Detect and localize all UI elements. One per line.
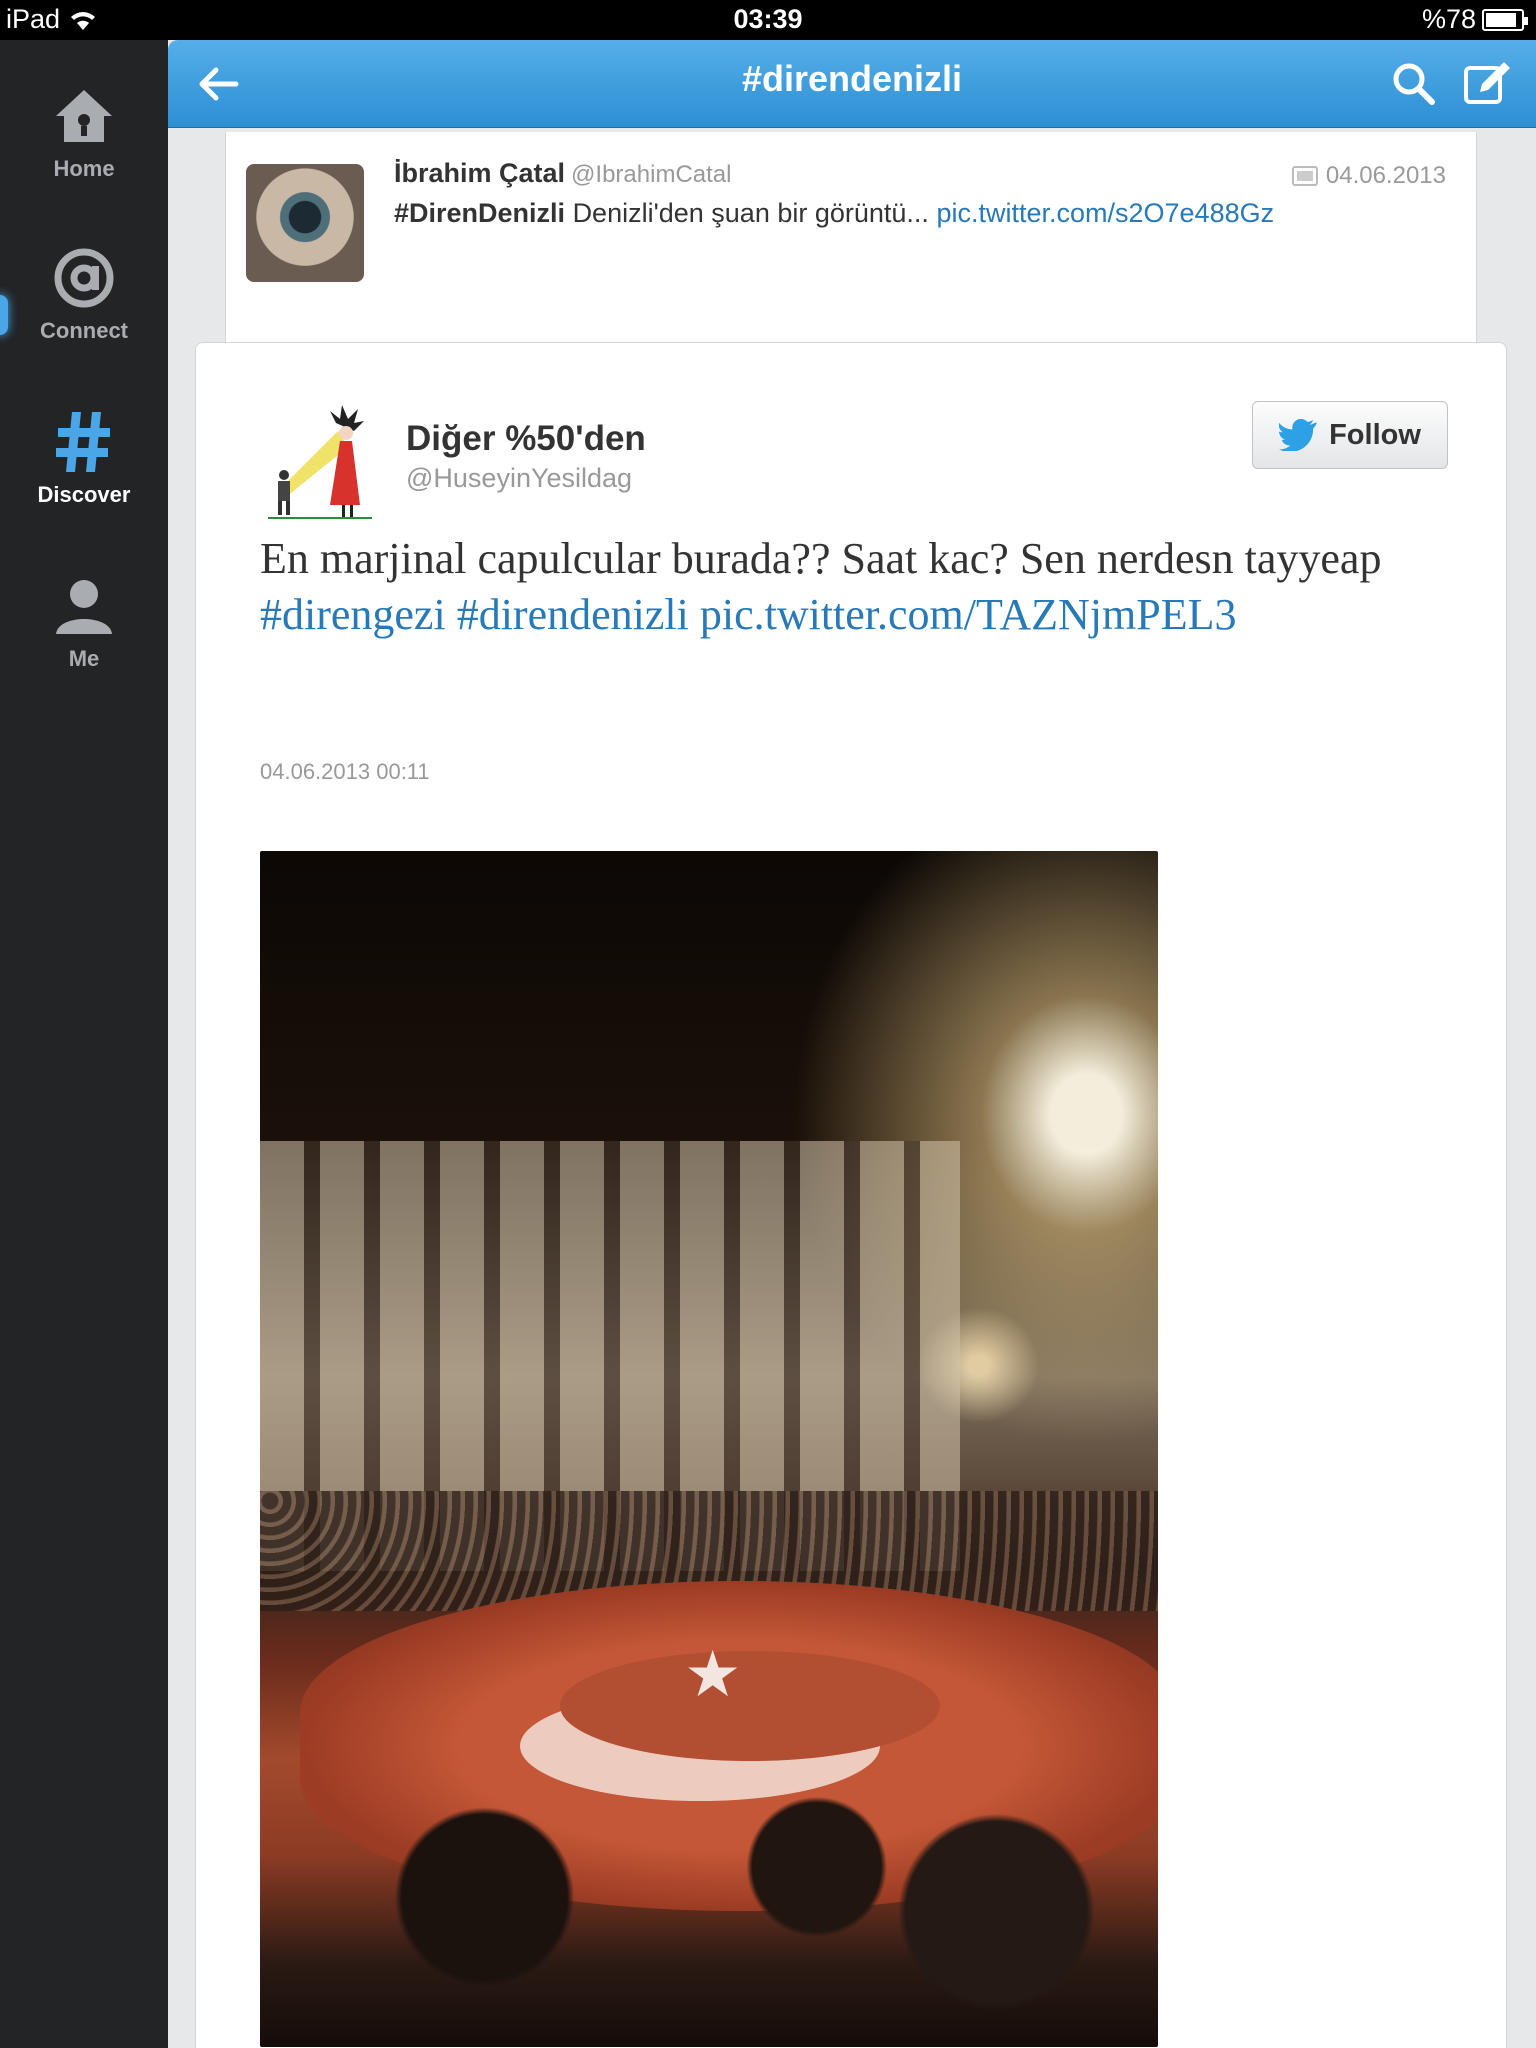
home-icon	[56, 90, 112, 142]
photo-crescent-cut	[560, 1651, 940, 1761]
battery-percent: %78	[1421, 4, 1476, 34]
sidebar-item-discover[interactable]: Discover	[0, 410, 168, 508]
sidebar-item-label: Connect	[40, 318, 128, 343]
person-icon	[56, 580, 112, 634]
twitter-bird-icon	[1279, 419, 1318, 451]
tweet-timestamp: 04.06.2013 00:11	[260, 759, 430, 784]
avatar[interactable]	[246, 164, 364, 282]
sidebar-item-connect[interactable]: Connect	[0, 246, 168, 344]
sidebar-item-home[interactable]: Home	[0, 84, 168, 182]
status-bar: iPad 03:39 %78	[0, 0, 1536, 40]
hashtag-icon	[56, 412, 110, 472]
hashtag-link[interactable]: #direngezi	[260, 590, 446, 639]
tweet-body: En marjinal capulcular burada?? Saat kac…	[260, 534, 1382, 639]
at-icon	[54, 248, 114, 308]
tweet-photo[interactable]: ★	[260, 851, 1158, 2047]
tweet-card-previous[interactable]: İbrahim Çatal @IbrahimCatal 04.06.2013 #D…	[225, 132, 1477, 354]
photo-foreground	[260, 1747, 1158, 2047]
search-icon[interactable]	[1390, 60, 1436, 106]
photo-link[interactable]: pic.twitter.com/s2O7e488Gz	[936, 198, 1274, 228]
hashtag-link[interactable]: #direndenizli	[457, 590, 689, 639]
star-icon: ★	[684, 1638, 742, 1710]
follow-button[interactable]: Follow	[1252, 401, 1448, 469]
sidebar-item-label: Home	[53, 156, 115, 181]
top-bar: #direndenizli	[168, 40, 1536, 128]
sidebar-item-label: Me	[68, 646, 100, 671]
tweet-text: #DirenDenizli Denizli'den şuan bir görün…	[394, 198, 1275, 228]
sidebar-item-me[interactable]: Me	[0, 574, 168, 672]
battery-icon	[1482, 8, 1528, 31]
photo-icon	[1291, 166, 1318, 186]
compose-icon[interactable]	[1462, 58, 1512, 108]
tweet-card-detail: Diğer %50'den @HuseyinYesildag Follow En…	[195, 342, 1507, 2048]
author-name[interactable]: İbrahim Çatal	[394, 158, 565, 188]
page-title: #direndenizli	[741, 58, 963, 99]
author-name[interactable]: Diğer %50'den	[406, 419, 646, 459]
sidebar: Home Connect Discover Me	[0, 40, 168, 2048]
author-handle: @IbrahimCatal	[571, 161, 732, 188]
main-content: #direndenizli İbrahim Çatal @IbrahimCatal…	[168, 40, 1536, 2048]
avatar[interactable]	[260, 401, 380, 521]
hashtag-link[interactable]: #DirenDenizli	[394, 198, 565, 228]
author-handle[interactable]: @HuseyinYesildag	[406, 463, 632, 494]
tweet-date: 04.06.2013	[1325, 162, 1446, 189]
sidebar-item-label: Discover	[37, 482, 131, 507]
clock: 03:39	[733, 4, 803, 34]
follow-label: Follow	[1329, 418, 1421, 451]
photo-link[interactable]: pic.twitter.com/TAZNjmPEL3	[700, 590, 1237, 639]
